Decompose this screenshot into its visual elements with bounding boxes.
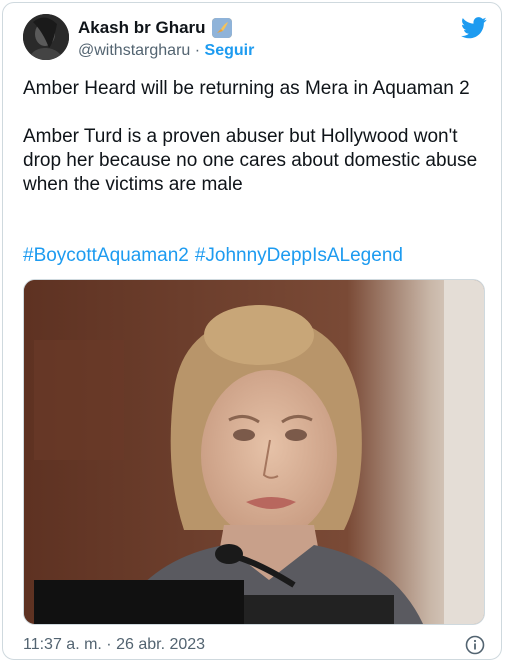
follow-button[interactable]: Seguir — [205, 42, 255, 59]
hashtags: #BoycottAquaman2 #JohnnyDeppIsALegend — [23, 244, 409, 268]
hashtag-link[interactable]: #BoycottAquaman2 — [23, 245, 189, 266]
tweet-card: Akash br Gharu @withstargharu · Seguir A… — [2, 2, 502, 660]
author-handle[interactable]: @withstargharu — [78, 42, 190, 59]
hashtag-link[interactable]: #JohnnyDeppIsALegend — [195, 245, 403, 266]
author-name[interactable]: Akash br Gharu — [78, 18, 206, 38]
author-name-row[interactable]: Akash br Gharu — [78, 18, 232, 38]
tweet-text: Amber Heard will be returning as Mera in… — [23, 78, 478, 195]
info-icon[interactable] — [465, 635, 485, 655]
rocket-badge-icon — [211, 18, 232, 38]
timestamp[interactable]: 11:37 a. m. · 26 abr. 2023 — [23, 636, 205, 654]
handle-row: @withstargharu · Seguir — [78, 42, 254, 60]
twitter-bird-icon[interactable] — [461, 17, 487, 39]
tweet-photo[interactable] — [23, 279, 485, 625]
separator: · — [194, 42, 201, 59]
avatar[interactable] — [23, 14, 69, 60]
